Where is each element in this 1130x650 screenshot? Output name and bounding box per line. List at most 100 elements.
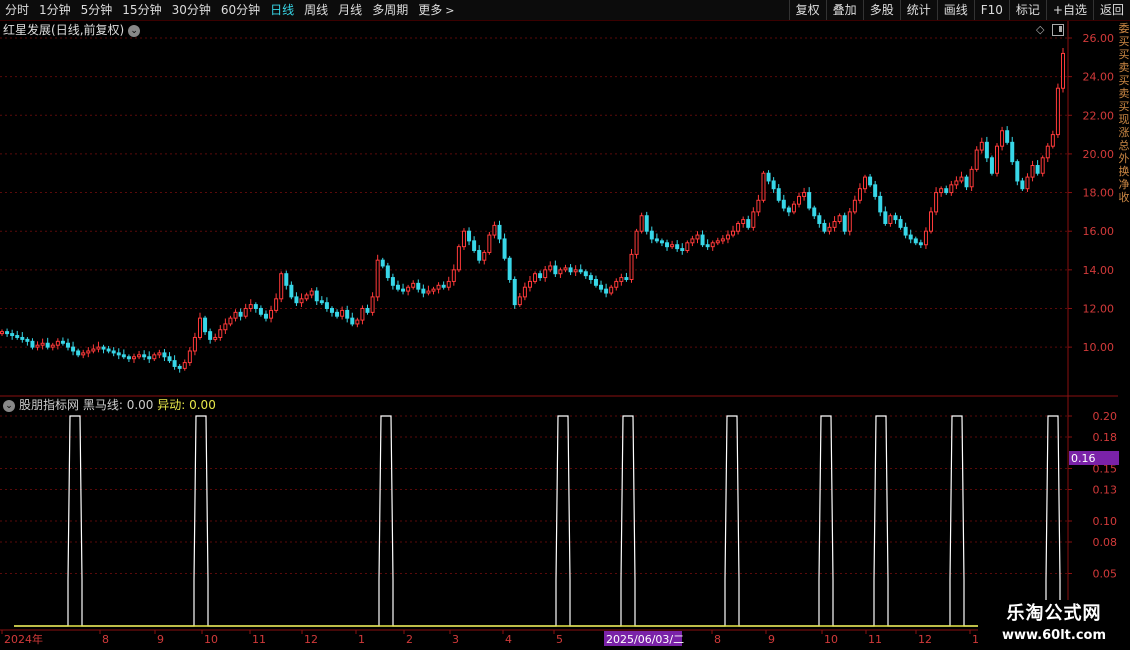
candle-body: [888, 215, 893, 224]
candle-body: [1030, 165, 1035, 178]
candle-body: [984, 141, 989, 159]
candle-body: [842, 215, 847, 232]
candle-body: [578, 269, 583, 273]
candle-body: [766, 172, 771, 182]
candle-body: [690, 238, 695, 244]
candle-body: [604, 288, 609, 294]
candle-body: [258, 307, 263, 315]
price-tick-label: 22.00: [1083, 109, 1115, 122]
candle-body: [964, 176, 969, 188]
candle-body: [685, 242, 690, 252]
candle-body: [588, 275, 593, 280]
candle-body: [472, 240, 477, 252]
candle-body: [522, 286, 527, 298]
candle-body: [203, 317, 208, 333]
candle-body: [649, 230, 654, 240]
candle-body: [309, 290, 314, 296]
candle-body: [609, 286, 614, 294]
candle-body: [10, 333, 15, 337]
candle-body: [492, 224, 497, 236]
candle-body: [817, 215, 822, 224]
candle-body: [847, 211, 852, 232]
candle-body: [228, 317, 233, 325]
candle-body: [939, 188, 944, 194]
candle-body: [116, 352, 121, 356]
candle-body: [126, 356, 131, 360]
candle-body: [517, 296, 522, 306]
candle-body: [248, 304, 253, 309]
candle-body: [502, 238, 507, 259]
candle-body: [665, 242, 670, 248]
candle-body: [908, 234, 913, 240]
candle-body: [736, 222, 741, 232]
candle-body: [807, 192, 812, 209]
x-tick-label: 5: [556, 633, 563, 646]
candle-body: [868, 176, 873, 186]
watermark-title: 乐淘公式网: [1006, 603, 1102, 624]
candle-body: [670, 244, 675, 248]
candle-body: [324, 302, 329, 309]
candle-body: [182, 362, 187, 369]
candle-body: [923, 230, 928, 246]
candle-body: [35, 344, 40, 348]
candle-body: [1045, 145, 1050, 159]
candle-body: [949, 184, 954, 194]
indicator-tick-label: 0.18: [1093, 431, 1118, 444]
candle-body: [436, 284, 441, 290]
candle-body: [832, 221, 837, 228]
candle-body: [639, 215, 644, 232]
candle-body: [370, 296, 375, 313]
price-tick-label: 26.00: [1083, 32, 1115, 45]
candle-body: [86, 350, 91, 354]
candle-body: [944, 188, 949, 194]
candle-body: [162, 352, 167, 358]
candle-body: [533, 273, 538, 282]
candle-body: [426, 290, 431, 294]
candle-body: [863, 176, 868, 190]
candle-body: [177, 365, 182, 369]
candle-body: [238, 311, 243, 317]
candle-body: [65, 342, 70, 348]
candle-body: [304, 294, 309, 300]
candle-body: [421, 288, 426, 294]
candle-body: [233, 311, 238, 319]
candle-body: [223, 323, 228, 331]
candle-body: [411, 282, 416, 288]
candle-body: [751, 211, 756, 228]
candle-body: [385, 265, 390, 279]
candle-body: [1035, 165, 1040, 174]
price-tick-label: 18.00: [1083, 187, 1115, 200]
candle-body: [548, 265, 553, 271]
candle-body: [263, 313, 268, 319]
candle-body: [1061, 52, 1065, 89]
candle-body: [441, 284, 446, 288]
candle-body: [837, 215, 842, 223]
candle-body: [934, 192, 939, 213]
x-tick-label: 12: [304, 633, 318, 646]
candle-body: [55, 340, 60, 346]
candle-body: [299, 298, 304, 304]
candle-body: [360, 307, 365, 321]
candle-body: [741, 219, 746, 224]
candle-body: [319, 300, 324, 304]
watermark: 乐淘公式网 www.60lt.com: [978, 600, 1130, 650]
x-tick-label: 1: [358, 633, 365, 646]
candle-body: [929, 211, 934, 232]
price-tick-label: 14.00: [1083, 264, 1115, 277]
candle-body: [705, 244, 710, 248]
candle-body: [553, 265, 558, 275]
candle-body: [675, 244, 680, 250]
candle-body: [106, 348, 111, 352]
candle-body: [50, 344, 55, 348]
candle-body: [568, 267, 573, 273]
candle-body: [619, 277, 624, 282]
candle-body: [15, 335, 20, 338]
candle-body: [335, 311, 340, 317]
candle-body: [218, 329, 223, 338]
candle-body: [446, 280, 451, 288]
candle-body: [289, 284, 294, 298]
price-tick-label: 24.00: [1083, 71, 1115, 84]
candle-body: [1050, 134, 1055, 147]
candle-body: [60, 340, 65, 344]
chart-canvas[interactable]: 26.00 24.00 22.00 20.00 18.00 16.00 14.00 12.00…: [0, 0, 1130, 650]
